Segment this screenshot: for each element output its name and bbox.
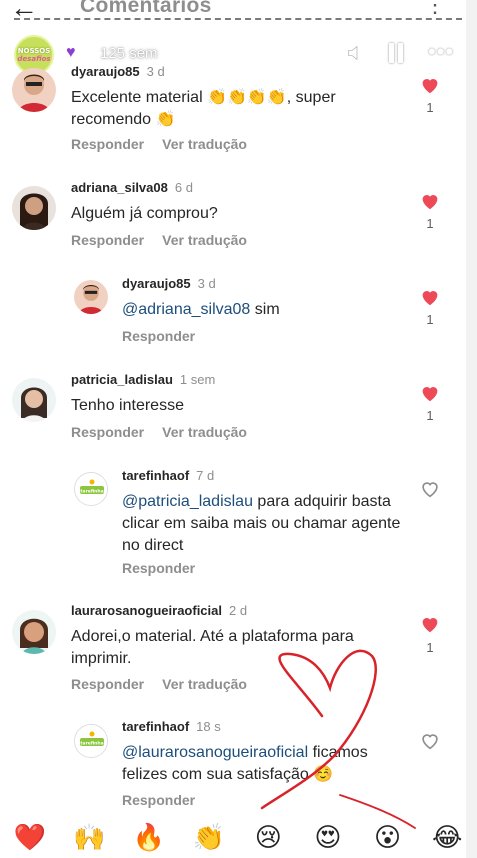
- reply-button[interactable]: Responder: [71, 676, 144, 692]
- liked-heart-icon[interactable]: [419, 286, 441, 308]
- like-count: 1: [426, 640, 434, 655]
- tarefinha-logo-text: tarefinha: [80, 741, 103, 747]
- liked-heart-icon[interactable]: [419, 382, 441, 404]
- reply-button[interactable]: Responder: [122, 328, 195, 344]
- username[interactable]: tarefinhaof 18 s: [122, 719, 221, 734]
- like-count: 1: [426, 216, 434, 231]
- avatar[interactable]: [12, 378, 56, 422]
- username-text[interactable]: dyaraujo85: [122, 276, 191, 291]
- username-text[interactable]: tarefinhaof: [122, 468, 189, 483]
- comment-time: 3 d: [197, 276, 216, 291]
- comment-time: 18 s: [196, 719, 221, 734]
- username-text[interactable]: tarefinhaof: [122, 719, 189, 734]
- reply-button[interactable]: Responder: [122, 560, 195, 576]
- username-text[interactable]: laurarosanogueiraoficial: [71, 603, 222, 618]
- username[interactable]: dyaraujo85 3 d: [122, 276, 216, 291]
- comment-body: sim: [250, 301, 280, 318]
- reply-button[interactable]: Responder: [71, 232, 144, 248]
- translate-button[interactable]: Ver tradução: [162, 424, 247, 440]
- avatar[interactable]: [12, 610, 56, 654]
- username-text[interactable]: patricia_ladislau: [71, 372, 173, 387]
- surprised-face-emoji[interactable]: 😮: [358, 818, 418, 858]
- comment-text: @adriana_silva08 sim: [122, 299, 412, 321]
- liked-heart-icon[interactable]: [419, 74, 441, 96]
- translate-button[interactable]: Ver tradução: [162, 676, 247, 692]
- mention-link[interactable]: @patricia_ladislau: [122, 493, 253, 510]
- comment-text: Excelente material 👏👏👏👏, super recomendo…: [71, 89, 336, 128]
- avatar[interactable]: tarefinha: [74, 724, 108, 758]
- username[interactable]: laurarosanogueiraoficial 2 d: [71, 603, 247, 618]
- comment-actions: Responder Ver tradução: [71, 232, 247, 248]
- purple-heart-icon: ♥: [66, 44, 76, 61]
- reply-button[interactable]: Responder: [71, 424, 144, 440]
- comment-actions: Responder Ver tradução: [71, 424, 247, 440]
- story-avatar-text-2: desafios: [17, 55, 51, 63]
- like-count: 1: [426, 312, 434, 327]
- avatar[interactable]: [12, 68, 56, 112]
- story-progress-bar: [14, 18, 462, 20]
- username[interactable]: dyaraujo85 3 d: [71, 64, 165, 79]
- translate-button[interactable]: Ver tradução: [162, 232, 247, 248]
- crying-face-emoji[interactable]: 😢: [239, 818, 299, 858]
- fire-emoji[interactable]: 🔥: [119, 818, 179, 858]
- heart-outline-icon[interactable]: [419, 730, 441, 752]
- raising-hands-emoji[interactable]: 🙌: [60, 818, 120, 858]
- heart-outline-icon[interactable]: [419, 478, 441, 500]
- comment-text: @laurarosanogueiraoficial ficamos felize…: [122, 742, 412, 786]
- reply-button[interactable]: Responder: [122, 792, 195, 808]
- story-time: 125 sem: [100, 45, 158, 62]
- story-more-icon[interactable]: •••: [428, 39, 454, 65]
- avatar[interactable]: [74, 280, 108, 314]
- mute-icon[interactable]: [346, 42, 368, 64]
- translate-button[interactable]: Ver tradução: [162, 136, 247, 152]
- liked-heart-icon[interactable]: [419, 190, 441, 212]
- comment-actions: Responder Ver tradução: [71, 136, 247, 152]
- comment-text: @patricia_ladislau para adquirir basta c…: [122, 491, 412, 557]
- red-heart-emoji[interactable]: ❤️: [0, 818, 60, 858]
- comment-actions: Responder: [122, 792, 195, 808]
- username[interactable]: tarefinhaof 7 d: [122, 468, 214, 483]
- comment-time: 1 sem: [179, 372, 216, 387]
- scrollbar[interactable]: [466, 0, 477, 858]
- tarefinha-logo-text: tarefinha: [80, 489, 103, 495]
- comment-text: Alguém já comprou?: [71, 205, 218, 222]
- username-text[interactable]: dyaraujo85: [71, 64, 140, 79]
- avatar[interactable]: [12, 186, 56, 230]
- avatar[interactable]: tarefinha: [74, 472, 108, 506]
- username-text[interactable]: adriana_silva08: [71, 180, 168, 195]
- mention-link[interactable]: @adriana_silva08: [122, 301, 250, 318]
- clapping-hands-emoji[interactable]: 👏: [179, 818, 239, 858]
- like-count: 1: [426, 408, 434, 423]
- reply-button[interactable]: Responder: [71, 136, 144, 152]
- username[interactable]: patricia_ladislau 1 sem: [71, 372, 215, 387]
- liked-heart-icon[interactable]: [419, 613, 441, 635]
- story-avatar-text: NOSSOS: [17, 47, 51, 55]
- comment-text: Adorei,o material. Até a plataforma para…: [71, 628, 354, 667]
- laughing-face-emoji[interactable]: 😂: [417, 818, 477, 858]
- page-title: Comentários: [80, 0, 212, 17]
- header-more-icon[interactable]: ⋮: [424, 0, 446, 18]
- comment-time: 6 d: [174, 180, 193, 195]
- comment-actions: Responder Ver tradução: [71, 676, 247, 692]
- comment-actions: Responder: [122, 328, 195, 344]
- emoji-reaction-bar: ❤️ 🙌 🔥 👏 😢 😍 😮 😂: [0, 818, 477, 858]
- mention-link[interactable]: @laurarosanogueiraoficial: [122, 744, 308, 761]
- comment-text: Tenho interesse: [71, 397, 184, 414]
- comment-time: 7 d: [196, 468, 215, 483]
- comment-actions: Responder: [122, 560, 195, 576]
- pause-icon[interactable]: [389, 43, 403, 63]
- comment-time: 3 d: [146, 64, 165, 79]
- heart-eyes-emoji[interactable]: 😍: [298, 818, 358, 858]
- username[interactable]: adriana_silva08 6 d: [71, 180, 193, 195]
- like-count: 1: [426, 100, 434, 115]
- comment-time: 2 d: [229, 603, 248, 618]
